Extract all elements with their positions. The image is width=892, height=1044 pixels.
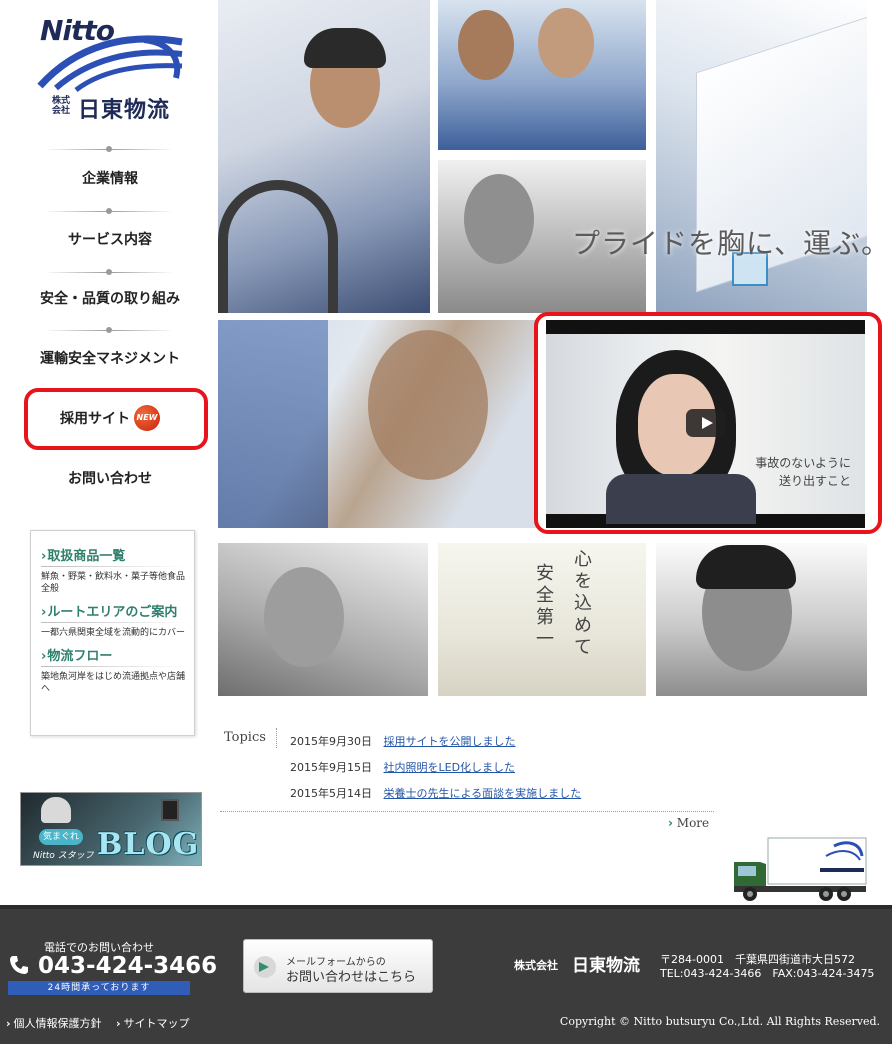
topic-link[interactable]: 採用サイトを公開しました [384,735,516,748]
footer-corp-name: 日東物流 [572,956,640,976]
arrow-right-icon: › [668,816,673,830]
photo-face [464,174,534,264]
topic-row: 2015年9月30日 採用サイトを公開しました [290,733,516,749]
photo-uniform [218,320,328,528]
footer-link-sitemap[interactable]: › サイトマップ [116,1015,190,1031]
photo-hair [696,545,796,589]
photo-document: 心を込めて 安全第一 [438,543,646,696]
arrow-right-icon: › [41,649,47,664]
address-line: 〒284-0001 千葉県四街道市大日572 [660,953,855,966]
info-divider [41,566,186,567]
phone-number-text: 043-424-3466 [38,953,218,979]
nav-item-transport-safety[interactable]: 運輸安全マネジメント [20,330,200,386]
nav-item-label: 安全・品質の取り組み [40,291,180,307]
logo-word: Nitto [40,14,115,47]
info-section-route-area[interactable]: ›ルートエリアのご案内 一都六県関東全域を流動的にカバー [41,601,186,639]
highlight-box-video [534,312,882,534]
arrow-right-icon: › [116,1017,121,1030]
info-title: 取扱商品一覧 [47,549,126,564]
topics-label: Topics [224,730,266,745]
info-section-logistics-flow[interactable]: ›物流フロー 築地魚河岸をはじめ流通拠点や店舗へ [41,645,186,695]
photo-truck-trailer [656,0,867,313]
nav-item-safety-quality[interactable]: 安全・品質の取り組み [20,270,200,326]
document-text: 心を込めて [571,549,592,659]
photo-driver [218,0,430,313]
photo-two-workers [438,0,646,150]
footer-link-privacy[interactable]: › 個人情報保護方針 [6,1015,102,1031]
nav-item-label: 運輸安全マネジメント [40,351,180,367]
nav-item-label: サービス内容 [68,232,152,248]
photo-driver-bw [218,543,428,696]
helmet-icon [41,797,71,823]
arrow-right-icon: › [41,549,47,564]
arrow-right-icon [254,956,276,978]
copyright: Copyright © Nitto butsuryu Co.,Ltd. All … [559,1015,880,1028]
topic-row: 2015年9月15日 社内照明をLED化しました [290,759,515,775]
footer-address: 〒284-0001 千葉県四街道市大日572 TEL:043-424-3466 … [660,953,874,981]
more-link[interactable]: › More [668,816,709,830]
nav-item-services[interactable]: サービス内容 [20,211,200,267]
footer-corp-prefix: 株式会社 [514,959,558,972]
topics-section: Topics 2015年9月30日 採用サイトを公開しました 2015年9月15… [220,726,714,812]
info-divider [41,622,186,623]
highlight-box-recruit [24,388,208,450]
photo-face [538,8,594,78]
topic-row: 2015年5月14日 栄養士の先生による面談を実施しました [290,785,581,801]
photo-hair [304,28,386,68]
phone-hours: 24時間承っております [8,981,190,995]
footer-link-label: 個人情報保護方針 [13,1017,102,1030]
info-title: ルートエリアのご案内 [47,605,178,620]
photo-worker-closeup [218,320,538,528]
nav-item-label: 企業情報 [82,171,138,187]
topics-divider [276,728,277,748]
staff-blog-banner[interactable]: 気まぐれ Nitto スタッフ BLOG [20,792,202,866]
tel-fax-line: TEL:043-424-3466 FAX:043-424-3475 [660,967,875,980]
topic-date: 2015年9月30日 [290,735,372,748]
info-desc: 一都六県関東全域を流動的にカバー [41,628,186,638]
blog-staff-label: Nitto スタッフ [33,851,94,861]
mail-form-button[interactable]: メールフォームからの お問い合わせはこちら [243,939,433,993]
more-label: More [676,816,710,830]
sidebar: Nitto 株式会社 日東物流 企業情報 サービス内容 安全・品質の取り組み 運… [0,0,215,905]
phone-icon [10,956,28,974]
blog-bubble: 気まぐれ [39,829,83,845]
document-text: 安全第一 [533,563,554,651]
info-section-products[interactable]: ›取扱商品一覧 鮮魚・野菜・飲料水・菓子等他食品全般 [41,545,186,595]
steering-wheel [218,180,338,313]
nav-item-contact[interactable]: お問い合わせ [20,450,200,506]
arrow-right-icon: › [41,605,47,620]
topic-link[interactable]: 栄養士の先生による面談を実施しました [384,787,582,800]
company-logo[interactable]: Nitto 株式会社 日東物流 [36,14,196,123]
topic-date: 2015年5月14日 [290,787,372,800]
phone-number[interactable]: 043-424-3466 [8,953,217,979]
info-desc: 鮮魚・野菜・飲料水・菓子等他食品全般 [41,572,186,594]
footer-link-label: サイトマップ [123,1017,190,1030]
topic-date: 2015年9月15日 [290,761,372,774]
logo-corp-prefix: 株式会社 [52,96,71,116]
nav-item-company[interactable]: 企業情報 [20,150,200,206]
info-divider [41,666,186,667]
photo-face [264,567,344,667]
photo-man-bw [656,543,867,696]
hero-tagline: プライドを胸に、運ぶ。 [572,227,891,260]
mirror-icon [161,799,179,821]
arrow-right-icon: › [6,1017,11,1030]
info-title: 物流フロー [47,649,113,664]
topic-link[interactable]: 社内照明をLED化しました [384,761,516,774]
logo-corp-main: 日東物流 [78,98,171,123]
info-box: ›取扱商品一覧 鮮魚・野菜・飲料水・菓子等他食品全般 ›ルートエリアのご案内 一… [30,530,195,736]
photo-face [368,330,488,480]
truck-icon [734,837,867,901]
footer: 電話でのお問い合わせ 043-424-3466 24時間承っております メールフ… [0,905,892,1044]
blog-title: BLOG [97,827,200,862]
photo-face [458,10,514,80]
info-desc: 築地魚河岸をはじめ流通拠点や店舗へ [41,672,186,694]
nav-item-label: お問い合わせ [68,471,152,487]
mail-button-main: お問い合わせはこちら [286,970,417,985]
